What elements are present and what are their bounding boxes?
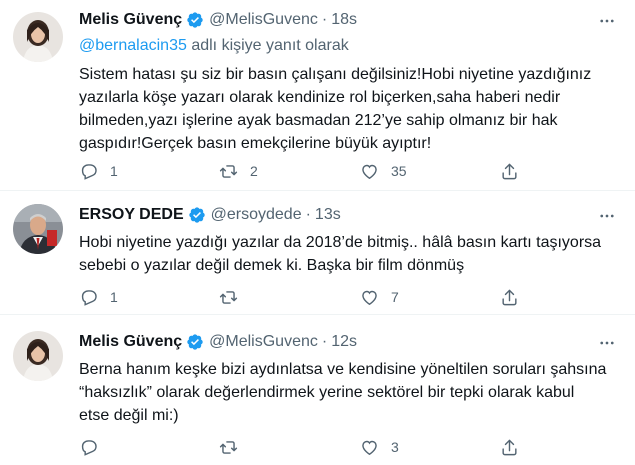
display-name[interactable]: Melis Güvenç [79,333,182,351]
reply-button[interactable] [79,437,110,457]
retweet-count: 2 [250,163,258,179]
share-icon [502,163,517,179]
verified-badge-icon [186,333,204,351]
separator-dot: · [321,333,328,350]
more-options-icon[interactable] [597,206,617,226]
separator-dot: · [305,206,311,223]
more-options-icon[interactable] [597,11,617,31]
timestamp[interactable]: 12s [331,333,357,351]
reply-context-label: adlı kişiye yanıt olarak [186,37,349,54]
like-count: 3 [391,439,399,455]
reply-count: 1 [110,163,118,179]
like-icon [362,164,377,179]
timestamp[interactable]: 18s [331,11,357,29]
user-handle[interactable]: @ersoydede [211,206,302,224]
tweet[interactable]: Melis Güvenç @MelisGuvenc · 18s @bernala… [0,0,635,191]
tweet-text: Sistem hatası şu siz bir basın çalışanı … [79,66,592,152]
reply-context: @bernalacin35 adlı kişiye yanıt olarak [79,37,349,55]
like-count: 7 [391,289,399,305]
timestamp[interactable]: 13s [315,206,341,224]
display-name[interactable]: ERSOY DEDE [79,206,184,224]
verified-badge-icon [186,11,204,29]
tweet-actions: 1 7 [79,287,549,307]
like-button[interactable]: 3 [360,437,399,457]
retweet-button[interactable] [219,287,250,307]
tweet-text: Hobi niyetine yazdığı yazılar da 2018’de… [79,234,602,274]
share-button[interactable] [500,161,519,181]
tweet-text: Berna hanım keşke bizi aydınlatsa ve ken… [79,361,607,424]
tweet-actions: 1 2 35 [79,161,549,181]
share-icon [502,289,517,305]
user-handle[interactable]: @MelisGuvenc [209,11,318,29]
reply-icon [81,163,97,180]
like-button[interactable]: 35 [360,161,407,181]
share-button[interactable] [500,287,519,307]
like-button[interactable]: 7 [360,287,399,307]
like-icon [362,290,377,305]
reply-icon [81,289,97,306]
reply-to-link[interactable]: @bernalacin35 [79,37,187,54]
retweet-button[interactable] [219,437,250,457]
share-button[interactable] [500,437,519,457]
separator-dot: · [321,11,328,28]
tweet[interactable]: ERSOY DEDE @ersoydede · 13s Hobi niyetin… [0,191,635,315]
display-name[interactable]: Melis Güvenç [79,11,182,29]
verified-badge-icon [188,206,206,224]
share-icon [502,439,517,455]
reply-icon [81,439,97,456]
reply-button[interactable]: 1 [79,287,118,307]
like-count: 35 [391,163,407,179]
like-icon [362,440,377,455]
retweet-icon [219,440,238,454]
avatar[interactable] [13,204,63,254]
more-options-icon[interactable] [597,333,617,353]
avatar[interactable] [13,12,63,62]
tweet[interactable]: Melis Güvenç @MelisGuvenc · 12s Berna ha… [0,315,635,465]
retweet-button[interactable]: 2 [219,161,258,181]
reply-count: 1 [110,289,118,305]
reply-button[interactable]: 1 [79,161,118,181]
retweet-icon [219,164,238,178]
avatar[interactable] [13,331,63,381]
user-handle[interactable]: @MelisGuvenc [209,333,318,351]
tweet-actions: 3 [79,437,549,457]
retweet-icon [219,290,238,304]
